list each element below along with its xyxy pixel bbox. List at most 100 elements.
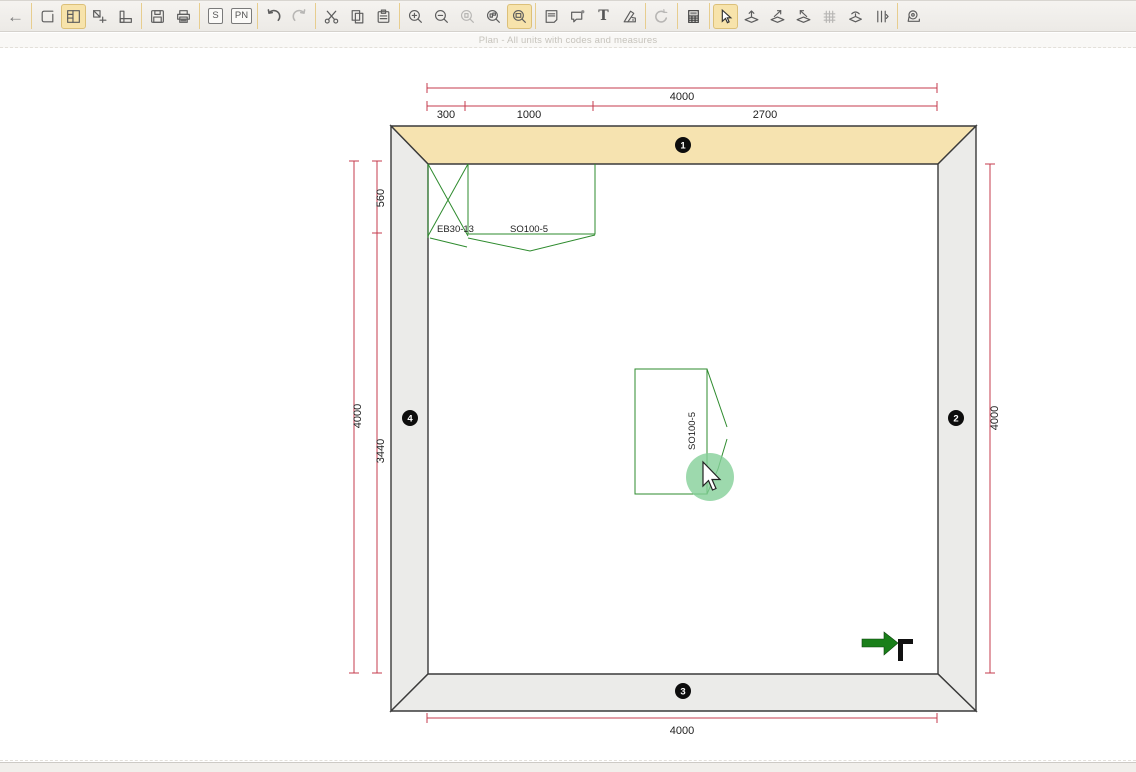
wall-marker-top[interactable]: 1: [675, 137, 691, 153]
print-icon: [175, 8, 192, 25]
copy-icon: [349, 8, 366, 25]
undo-button[interactable]: [261, 4, 286, 29]
zoom-in-icon: [407, 8, 424, 25]
save-icon: [149, 8, 166, 25]
select-tool-button[interactable]: [713, 4, 738, 29]
pn-mode-button[interactable]: PN: [229, 4, 254, 29]
redo-icon: [291, 8, 308, 25]
grid-button[interactable]: [817, 4, 842, 29]
toolbar-separator: [645, 3, 646, 29]
calculator-button[interactable]: [681, 4, 706, 29]
tape-measure-button[interactable]: [901, 4, 926, 29]
dim-label[interactable]: 300: [437, 109, 455, 121]
toolbar-separator: [535, 3, 536, 29]
svg-text:3: 3: [680, 687, 685, 698]
dimension-top-total: 4000: [427, 83, 937, 103]
dim-label[interactable]: 4000: [352, 404, 364, 428]
dim-label[interactable]: 4000: [670, 725, 694, 737]
section-view-button[interactable]: [87, 4, 112, 29]
print-button[interactable]: [171, 4, 196, 29]
wall-tool-button[interactable]: [739, 4, 764, 29]
dim-label[interactable]: 4000: [989, 406, 1001, 430]
element-code-label: SO100-5: [510, 224, 548, 235]
dim-label[interactable]: 1000: [517, 109, 541, 121]
zoom-in-button[interactable]: [403, 4, 428, 29]
cut-button[interactable]: [319, 4, 344, 29]
redo-button[interactable]: [287, 4, 312, 29]
drawing-canvas[interactable]: 4000 300 1000 2700 4000: [0, 49, 1136, 762]
elevation-view-icon: [65, 8, 82, 25]
section-detail-icon: [117, 8, 134, 25]
note-button[interactable]: [539, 4, 564, 29]
s-mode-button[interactable]: S: [203, 4, 228, 29]
comment-icon: [569, 8, 586, 25]
door-top-element[interactable]: SO100-5: [468, 164, 595, 251]
wall-marker-left[interactable]: 4: [402, 410, 418, 426]
paste-icon: [375, 8, 392, 25]
dim-label[interactable]: 2700: [753, 109, 777, 121]
app-window: ← S PN T: [0, 0, 1136, 772]
dim-label[interactable]: 3440: [375, 439, 387, 463]
wall-marker-right[interactable]: 2: [948, 410, 964, 426]
origin-corner-icon: [898, 639, 913, 661]
plan-view-icon: [39, 8, 56, 25]
toolbar-separator: [31, 3, 32, 29]
floor-plan: 4000 300 1000 2700 4000: [0, 49, 1136, 762]
text-icon: T: [598, 9, 608, 23]
materials-button[interactable]: [617, 4, 642, 29]
toolbar-separator: [677, 3, 678, 29]
cursor-overlay: [686, 453, 734, 501]
zoom-out-icon: [433, 8, 450, 25]
comment-button[interactable]: [565, 4, 590, 29]
rotate-icon: [653, 8, 670, 25]
wall-tool3-icon: [795, 8, 812, 25]
grid-icon: [821, 8, 838, 25]
elevation-view-button[interactable]: [61, 4, 86, 29]
toolbar-separator: [897, 3, 898, 29]
dimension-lines-button[interactable]: [869, 4, 894, 29]
element-code-label: SO100-5: [687, 412, 698, 450]
dimension-left-total: 4000: [349, 161, 364, 673]
plan-view-button[interactable]: [35, 4, 60, 29]
calculator-icon: [685, 8, 702, 25]
wall-marker-bottom[interactable]: 3: [675, 683, 691, 699]
wall-tool3-button[interactable]: [791, 4, 816, 29]
wall-view-icon: [847, 8, 864, 25]
window-element[interactable]: EB30-13: [428, 164, 474, 247]
dimension-right-total: 4000: [985, 164, 1001, 673]
status-bar: [0, 762, 1136, 772]
save-button[interactable]: [145, 4, 170, 29]
paste-button[interactable]: [371, 4, 396, 29]
toolbar-separator: [141, 3, 142, 29]
dimension-bottom-total: 4000: [427, 713, 937, 737]
svg-text:4: 4: [407, 414, 413, 425]
section-detail-button[interactable]: [113, 4, 138, 29]
toolbar-separator: [199, 3, 200, 29]
dimension-lines-icon: [873, 8, 890, 25]
tape-measure-icon: [905, 8, 922, 25]
back-button[interactable]: ←: [3, 4, 28, 29]
rotate-button[interactable]: [649, 4, 674, 29]
cut-icon: [323, 8, 340, 25]
zoom-out-button[interactable]: [429, 4, 454, 29]
wall-tool2-button[interactable]: [765, 4, 790, 29]
toolbar-separator: [257, 3, 258, 29]
dim-label[interactable]: 4000: [670, 91, 694, 103]
svg-text:2: 2: [953, 414, 958, 425]
materials-icon: [621, 8, 638, 25]
note-icon: [543, 8, 560, 25]
back-icon: ←: [7, 8, 24, 25]
text-tool-button[interactable]: T: [591, 4, 616, 29]
wall-tool-icon: [743, 8, 760, 25]
copy-button[interactable]: [345, 4, 370, 29]
view-title: Plan - All units with codes and measures: [0, 33, 1136, 48]
section-view-icon: [91, 8, 108, 25]
dim-label[interactable]: 560: [375, 189, 387, 207]
undo-icon: [265, 8, 282, 25]
zoom-actual-button[interactable]: [455, 4, 480, 29]
pn-icon: PN: [231, 8, 252, 24]
zoom-fit-button[interactable]: [481, 4, 506, 29]
select-icon: [717, 8, 734, 25]
zoom-window-button[interactable]: [507, 4, 532, 29]
wall-view-button[interactable]: [843, 4, 868, 29]
